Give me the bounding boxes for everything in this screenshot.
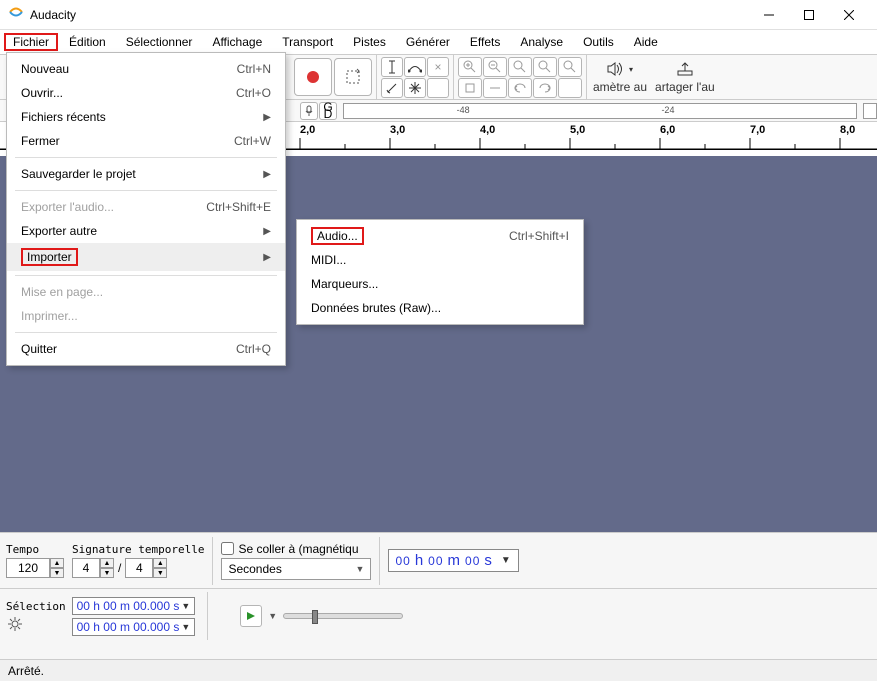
sig-den-input[interactable]: ▲▼ bbox=[125, 558, 167, 578]
audio-setup-button[interactable]: ▾ amètre au bbox=[593, 60, 647, 94]
menu-aide[interactable]: Aide bbox=[625, 33, 667, 51]
menu-pistes[interactable]: Pistes bbox=[344, 33, 395, 51]
menu-ouvrir[interactable]: Ouvrir...Ctrl+O bbox=[7, 81, 285, 105]
titlebar: Audacity bbox=[0, 0, 877, 30]
menu-recents[interactable]: Fichiers récents▶ bbox=[7, 105, 285, 129]
share-button[interactable]: artager l'au bbox=[655, 60, 715, 94]
silence[interactable] bbox=[483, 78, 507, 98]
menu-nouveau[interactable]: NouveauCtrl+N bbox=[7, 57, 285, 81]
selection-start-time[interactable]: 00 h 00 m 00.000 s▼ bbox=[72, 597, 196, 615]
menu-edition[interactable]: Édition bbox=[60, 33, 115, 51]
zoom-toggle[interactable] bbox=[558, 57, 582, 77]
tempo-down[interactable]: ▼ bbox=[50, 568, 64, 578]
draw-tool[interactable] bbox=[381, 78, 403, 98]
selection-end-time[interactable]: 00 h 00 m 00.000 s▼ bbox=[72, 618, 196, 636]
sig-label: Signature temporelle bbox=[72, 543, 204, 556]
zoom-out[interactable] bbox=[483, 57, 507, 77]
zoom-in[interactable] bbox=[458, 57, 482, 77]
playback-speed-slider[interactable] bbox=[283, 613, 403, 619]
record-button[interactable] bbox=[294, 58, 332, 96]
selection-settings-icon[interactable] bbox=[6, 615, 24, 633]
selection-label: Sélection bbox=[6, 600, 66, 613]
undo[interactable] bbox=[508, 78, 532, 98]
speaker-icon: ▾ bbox=[607, 60, 633, 78]
time-display[interactable]: 00h 00m 00s ▼ bbox=[388, 549, 518, 572]
menu-exporter-autre[interactable]: Exporter autre▶ bbox=[7, 219, 285, 243]
menu-selectionner[interactable]: Sélectionner bbox=[117, 33, 202, 51]
menu-importer[interactable]: Importer▶ bbox=[7, 243, 285, 271]
tempo-input[interactable]: ▲▼ bbox=[6, 558, 64, 578]
close-button[interactable] bbox=[829, 1, 869, 29]
menu-analyse[interactable]: Analyse bbox=[511, 33, 572, 51]
blank-tool bbox=[427, 78, 449, 98]
share-label: artager l'au bbox=[655, 80, 715, 94]
import-midi[interactable]: MIDI... bbox=[297, 248, 583, 272]
play-at-speed-button[interactable] bbox=[240, 605, 262, 627]
menu-sauvegarder[interactable]: Sauvegarder le projet▶ bbox=[7, 162, 285, 186]
menu-quitter[interactable]: QuitterCtrl+Q bbox=[7, 337, 285, 361]
envelope-tool[interactable] bbox=[404, 57, 426, 77]
import-raw[interactable]: Données brutes (Raw)... bbox=[297, 296, 583, 320]
fit-selection[interactable] bbox=[508, 57, 532, 77]
snap-checkbox[interactable]: Se coller à (magnétiqu bbox=[221, 542, 371, 556]
edit-tools: × bbox=[381, 57, 449, 98]
tempo-label: Tempo bbox=[6, 543, 64, 556]
recording-meter[interactable]: -48 -24 bbox=[343, 103, 857, 119]
menu-effets[interactable]: Effets bbox=[461, 33, 509, 51]
menu-exporter-audio: Exporter l'audio...Ctrl+Shift+E bbox=[7, 195, 285, 219]
status-text: Arrêté. bbox=[8, 664, 44, 678]
file-menu: NouveauCtrl+N Ouvrir...Ctrl+O Fichiers r… bbox=[6, 52, 286, 366]
menu-fichier[interactable]: Fichier bbox=[4, 33, 58, 51]
window-title: Audacity bbox=[30, 8, 749, 22]
app-icon bbox=[8, 7, 24, 23]
menu-outils[interactable]: Outils bbox=[574, 33, 623, 51]
zoom-tools bbox=[458, 57, 582, 98]
import-audio[interactable]: Audio...Ctrl+Shift+I bbox=[297, 224, 583, 248]
loop-button[interactable] bbox=[334, 58, 372, 96]
audio-setup-label: amètre au bbox=[593, 80, 647, 94]
cut-tool[interactable]: × bbox=[427, 57, 449, 77]
menu-imprimer: Imprimer... bbox=[7, 304, 285, 328]
selection-tool[interactable] bbox=[381, 57, 403, 77]
maximize-button[interactable] bbox=[789, 1, 829, 29]
blank bbox=[558, 78, 582, 98]
multi-tool[interactable] bbox=[404, 78, 426, 98]
menu-mise-en-page: Mise en page... bbox=[7, 280, 285, 304]
import-submenu: Audio...Ctrl+Shift+I MIDI... Marqueurs..… bbox=[296, 219, 584, 325]
snap-combo[interactable]: Secondes▼ bbox=[221, 558, 371, 580]
menu-generer[interactable]: Générer bbox=[397, 33, 459, 51]
mic-icon[interactable] bbox=[300, 102, 318, 120]
trim[interactable] bbox=[458, 78, 482, 98]
share-icon bbox=[676, 60, 694, 78]
bottom-panel: Tempo ▲▼ Signature temporelle ▲▼ / ▲▼ Se… bbox=[0, 532, 877, 659]
statusbar: Arrêté. bbox=[0, 659, 877, 681]
fit-project[interactable] bbox=[533, 57, 557, 77]
redo[interactable] bbox=[533, 78, 557, 98]
sig-num-input[interactable]: ▲▼ bbox=[72, 558, 114, 578]
channel-label: GD bbox=[319, 102, 337, 120]
minimize-button[interactable] bbox=[749, 1, 789, 29]
meter-end bbox=[863, 103, 877, 119]
menu-transport[interactable]: Transport bbox=[273, 33, 342, 51]
menu-fermer[interactable]: FermerCtrl+W bbox=[7, 129, 285, 153]
menubar: Fichier Édition Sélectionner Affichage T… bbox=[0, 30, 877, 54]
menu-affichage[interactable]: Affichage bbox=[203, 33, 271, 51]
tempo-up[interactable]: ▲ bbox=[50, 558, 64, 568]
import-marqueurs[interactable]: Marqueurs... bbox=[297, 272, 583, 296]
